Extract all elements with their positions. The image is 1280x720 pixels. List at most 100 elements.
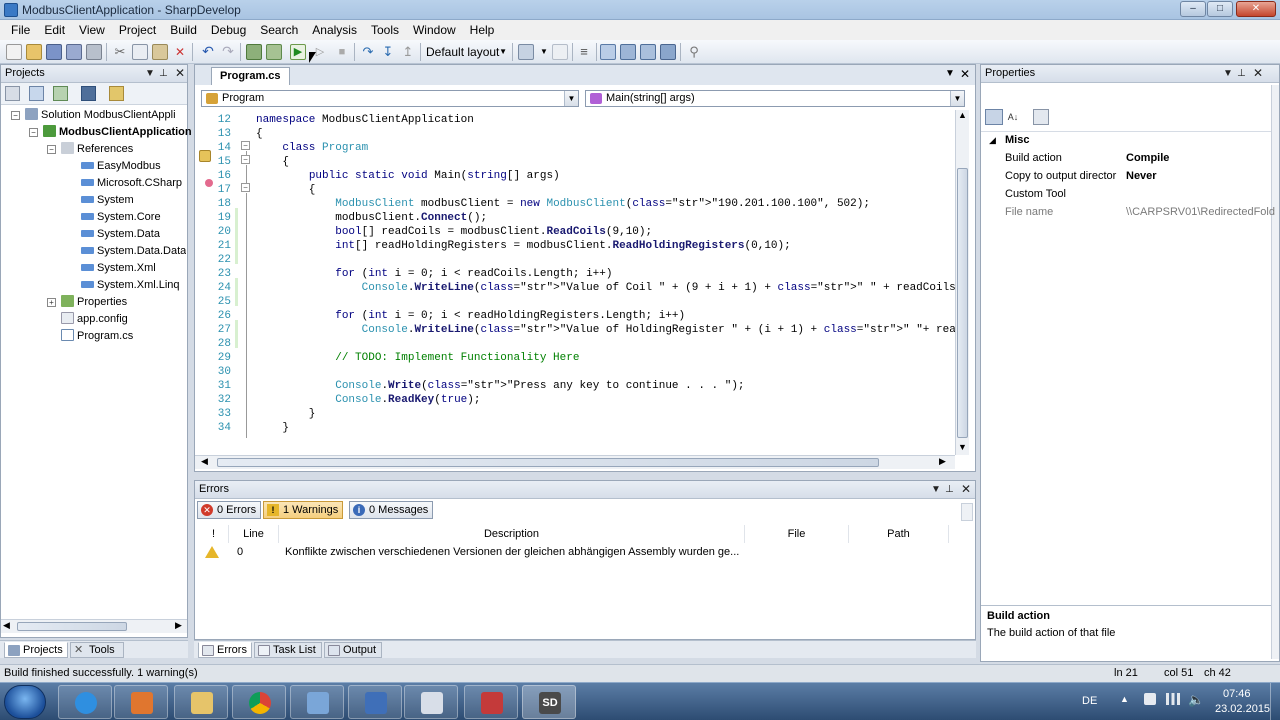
- editor-horizontal-scrollbar[interactable]: ◀ ▶: [195, 455, 955, 469]
- menu-view[interactable]: View: [72, 23, 112, 37]
- close-panel-icon[interactable]: ✕: [175, 65, 185, 82]
- tree-item-reference[interactable]: System.Core: [81, 209, 161, 226]
- column-header-file[interactable]: File: [745, 525, 849, 543]
- tree-item-reference[interactable]: System: [81, 192, 134, 209]
- volume-icon[interactable]: 🔈: [1188, 692, 1204, 708]
- code-line[interactable]: ModbusClient modbusClient = new ModbusCl…: [256, 197, 870, 211]
- projects-horizontal-scrollbar[interactable]: ◀ ▶: [1, 619, 187, 633]
- save-all-icon[interactable]: [66, 44, 82, 60]
- network-icon[interactable]: [620, 44, 636, 60]
- refresh-icon[interactable]: [518, 44, 534, 60]
- run-icon[interactable]: ▶: [290, 44, 306, 60]
- tab-program-cs[interactable]: Program.cs: [211, 67, 290, 85]
- cut-icon[interactable]: ✂: [112, 44, 128, 60]
- code-line[interactable]: {: [256, 155, 289, 169]
- stop-icon[interactable]: ■: [334, 44, 350, 60]
- code-line[interactable]: }: [256, 421, 289, 435]
- menu-search[interactable]: Search: [253, 23, 305, 37]
- menu-analysis[interactable]: Analysis: [305, 23, 364, 37]
- taskbar-internet-explorer[interactable]: [58, 685, 112, 719]
- network-signal-icon[interactable]: [1166, 693, 1180, 705]
- fold-marker-icon[interactable]: −: [241, 183, 250, 192]
- errors-filter-button[interactable]: ✕ 0 Errors: [197, 501, 262, 519]
- save-icon[interactable]: [46, 44, 62, 60]
- menu-tools[interactable]: Tools: [364, 23, 406, 37]
- code-line[interactable]: bool[] readCoils = modbusClient.ReadCoil…: [256, 225, 652, 239]
- scroll-down-icon[interactable]: ▼: [958, 442, 967, 452]
- tree-item-solution[interactable]: Solution ModbusClientAppli: [25, 107, 176, 124]
- alphabetical-sort-icon[interactable]: A↓: [1005, 109, 1021, 125]
- messages-filter-button[interactable]: i0 Messages: [349, 501, 434, 519]
- menu-help[interactable]: Help: [463, 23, 502, 37]
- tree-item-reference[interactable]: System.Data.Data: [81, 243, 186, 260]
- taskbar-chrome[interactable]: [232, 685, 286, 719]
- class-combo[interactable]: Program ▼: [201, 90, 579, 107]
- paste-icon[interactable]: [152, 44, 168, 60]
- menu-file[interactable]: File: [4, 23, 37, 37]
- chevron-down-icon[interactable]: ▼: [536, 44, 552, 60]
- pin-icon[interactable]: ⊥: [945, 481, 954, 498]
- tab-tools[interactable]: ✕ Tools: [70, 642, 124, 658]
- refresh-icon[interactable]: [53, 86, 68, 101]
- flag-icon[interactable]: [1144, 693, 1156, 705]
- taskbar-remote-desktop[interactable]: [290, 685, 344, 719]
- editor-vertical-scrollbar[interactable]: ▲ ▼: [955, 110, 969, 455]
- collapse-all-icon[interactable]: [29, 86, 44, 101]
- taskbar-security[interactable]: [348, 685, 402, 719]
- code-line[interactable]: for (int i = 0; i < readHoldingRegisters…: [256, 309, 685, 323]
- clock-date[interactable]: 23.02.2015: [1215, 703, 1270, 715]
- error-row-description[interactable]: Konflikte zwischen verschiedenen Version…: [285, 543, 745, 561]
- pin-icon[interactable]: ⊥: [159, 65, 168, 82]
- scroll-up-icon[interactable]: ▲: [958, 110, 967, 120]
- code-line[interactable]: {: [256, 127, 263, 141]
- tab-projects[interactable]: Projects: [4, 642, 68, 658]
- menu-window[interactable]: Window: [406, 23, 463, 37]
- code-line[interactable]: class Program: [256, 141, 368, 155]
- tree-item-properties[interactable]: Properties: [61, 294, 127, 311]
- show-hidden-icons-icon[interactable]: ▲: [1120, 694, 1129, 704]
- property-row-copy-to-output[interactable]: Copy to output director Never: [981, 167, 1277, 185]
- tree-item-program-cs[interactable]: Program.cs: [61, 328, 133, 345]
- indent-icon[interactable]: ≡: [576, 44, 592, 60]
- redo-icon[interactable]: ↷: [220, 44, 236, 60]
- code-line[interactable]: }: [256, 407, 316, 421]
- build-icon[interactable]: [246, 44, 262, 60]
- property-category-row[interactable]: ◢ Misc: [981, 131, 1277, 149]
- close-tab-icon[interactable]: ✕: [960, 67, 970, 81]
- categorized-view-icon[interactable]: [985, 109, 1003, 125]
- scroll-left-icon[interactable]: ◀: [3, 620, 10, 631]
- panel-dropdown-icon[interactable]: ▼: [145, 65, 155, 82]
- member-combo[interactable]: Main(string[] args) ▼: [585, 90, 965, 107]
- collapse-category-icon[interactable]: ◢: [989, 131, 996, 149]
- column-header-severity[interactable]: !: [199, 525, 229, 543]
- remote-icon[interactable]: [640, 44, 656, 60]
- tab-task-list[interactable]: Task List: [254, 642, 322, 658]
- close-window-button[interactable]: ✕: [1236, 1, 1276, 17]
- tab-output[interactable]: Output: [324, 642, 382, 658]
- panel-dropdown-icon[interactable]: ▼: [931, 481, 941, 498]
- taskbar-app[interactable]: [464, 685, 518, 719]
- scroll-thumb[interactable]: [957, 168, 968, 438]
- close-panel-icon[interactable]: ✕: [1253, 65, 1263, 82]
- code-line[interactable]: int[] readHoldingRegisters = modbusClien…: [256, 239, 791, 253]
- comment-icon[interactable]: [552, 44, 568, 60]
- tab-errors[interactable]: Errors: [198, 642, 252, 658]
- code-line[interactable]: {: [256, 183, 316, 197]
- open-folder-icon[interactable]: [26, 44, 42, 60]
- clock-time[interactable]: 07:46: [1223, 688, 1251, 700]
- tree-item-reference[interactable]: EasyModbus: [81, 158, 161, 175]
- fold-marker-icon[interactable]: −: [241, 141, 250, 150]
- tree-item-reference[interactable]: System.Data: [81, 226, 160, 243]
- menu-edit[interactable]: Edit: [37, 23, 72, 37]
- monitor-icon[interactable]: [660, 44, 676, 60]
- tree-item-reference[interactable]: System.Xml.Linq: [81, 277, 180, 294]
- panel-dropdown-icon[interactable]: ▼: [1223, 65, 1233, 82]
- show-desktop-button[interactable]: [1270, 683, 1280, 720]
- pin-icon[interactable]: ⊥: [1237, 65, 1246, 82]
- code-line[interactable]: for (int i = 0; i < readCoils.Length; i+…: [256, 267, 612, 281]
- layout-dropdown[interactable]: Default layout ▼: [424, 43, 510, 61]
- window-icon[interactable]: [600, 44, 616, 60]
- tree-item-project[interactable]: ModbusClientApplication: [43, 124, 192, 141]
- property-row-custom-tool[interactable]: Custom Tool: [981, 185, 1277, 203]
- tree-item-app-config[interactable]: app.config: [61, 311, 128, 328]
